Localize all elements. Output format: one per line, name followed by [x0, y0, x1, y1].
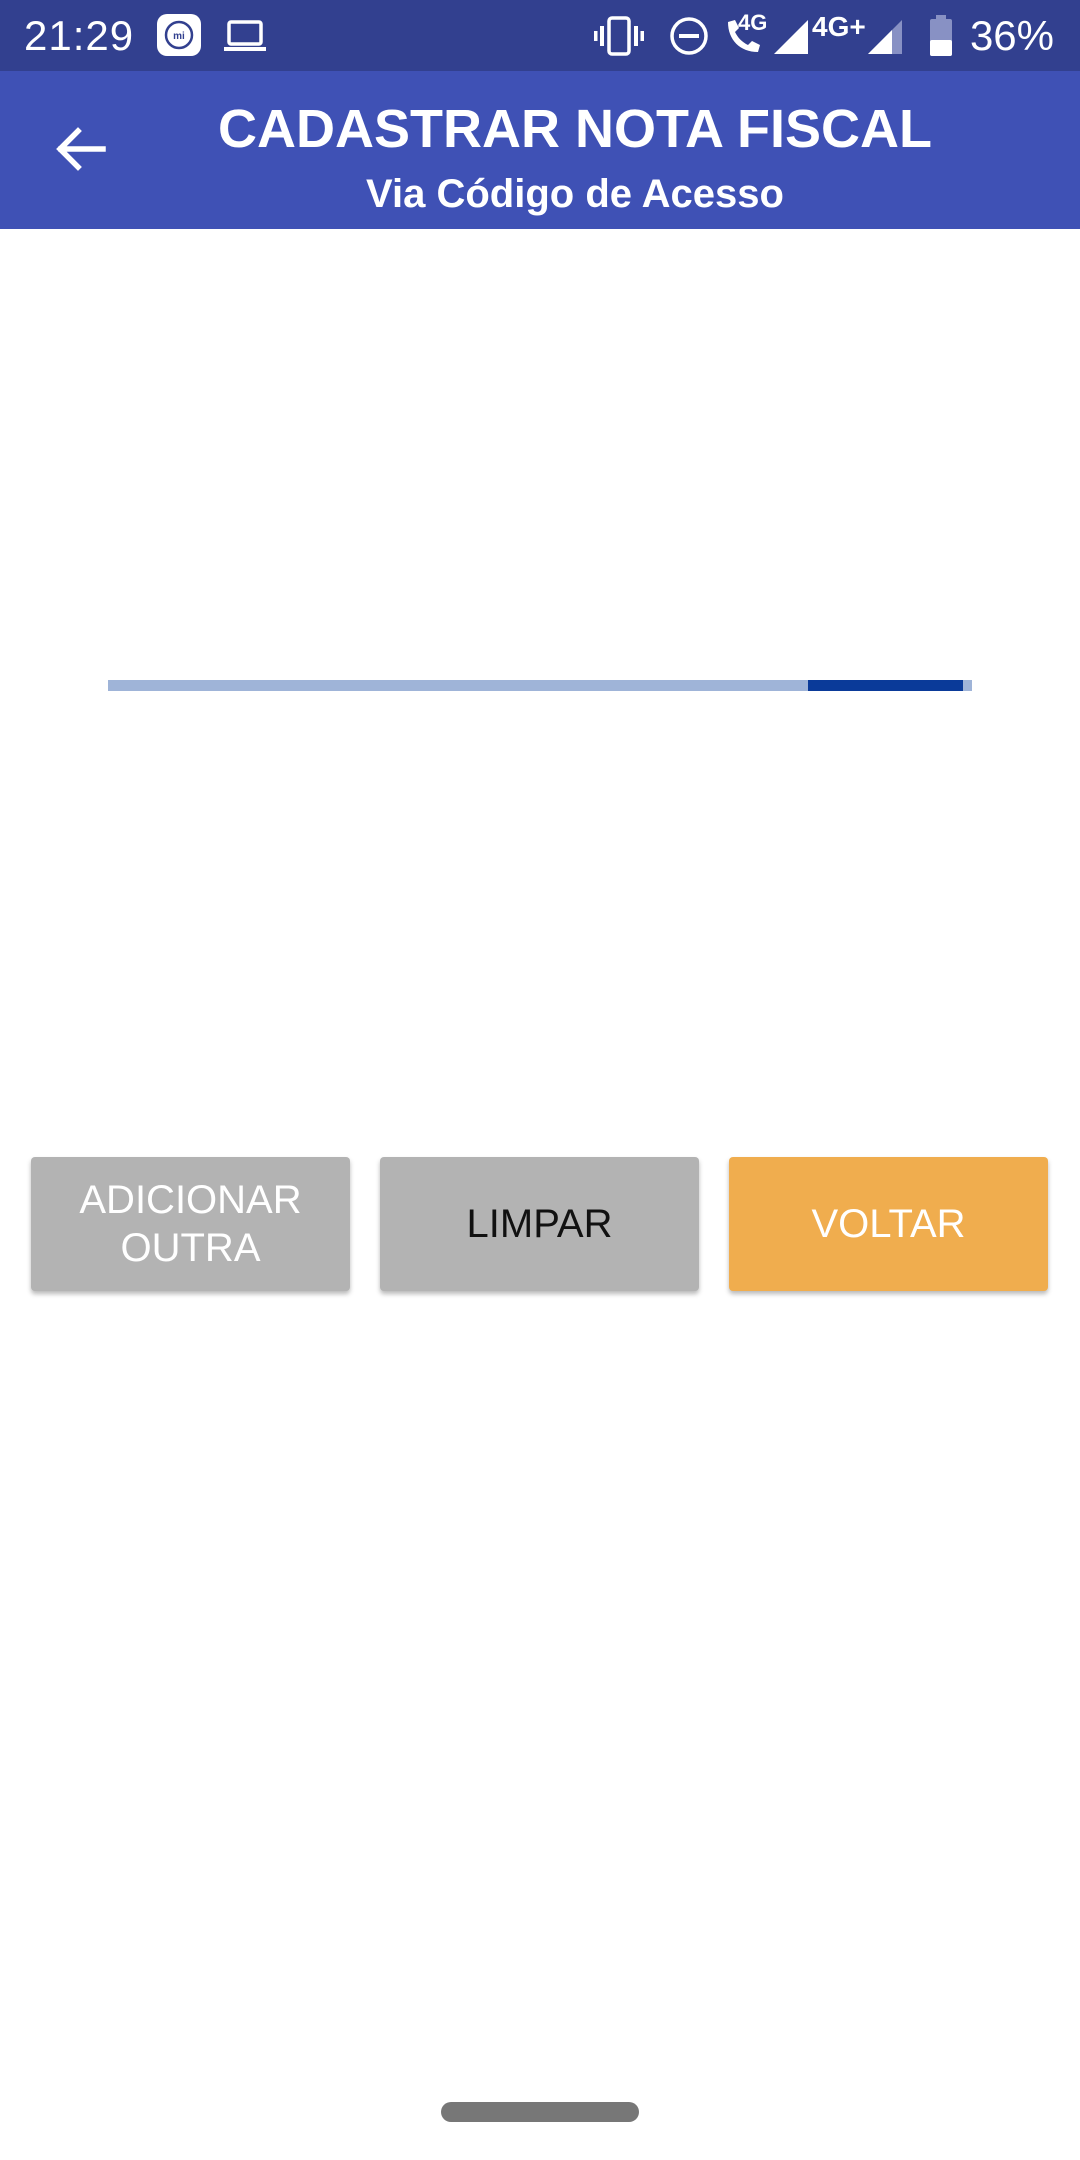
progress-bar [108, 680, 972, 691]
navigation-handle[interactable] [441, 2102, 639, 2122]
page-title: CADASTRAR NOTA FISCAL [218, 99, 932, 159]
screen: 21:29 mi 4G 4G+ 36% CADASTRAR NOTA FISCA… [0, 0, 1080, 2160]
lte-label: 4G [738, 10, 768, 35]
svg-text:mi: mi [173, 31, 185, 42]
app-bar: CADASTRAR NOTA FISCAL Via Código de Aces… [0, 71, 1080, 229]
battery-icon [930, 15, 952, 56]
network-type-label: 4G+ [812, 11, 866, 42]
laptop-icon [224, 20, 266, 51]
vibrate-icon [594, 16, 644, 56]
battery-percentage: 36% [969, 12, 1054, 59]
status-bar: 21:29 mi 4G 4G+ 36% [0, 0, 1080, 71]
signal-icon [774, 20, 808, 54]
do-not-disturb-icon [670, 17, 708, 55]
signal-icon [868, 20, 902, 54]
progress-indicator [807, 680, 964, 691]
clear-button[interactable]: LIMPAR [380, 1157, 699, 1291]
mi-icon: mi [157, 14, 201, 56]
status-time: 21:29 [24, 12, 135, 59]
back-action-button[interactable]: VOLTAR [729, 1157, 1048, 1291]
add-other-button[interactable]: ADICIONAR OUTRA [31, 1157, 350, 1291]
page-subtitle: Via Código de Acesso [366, 172, 784, 216]
